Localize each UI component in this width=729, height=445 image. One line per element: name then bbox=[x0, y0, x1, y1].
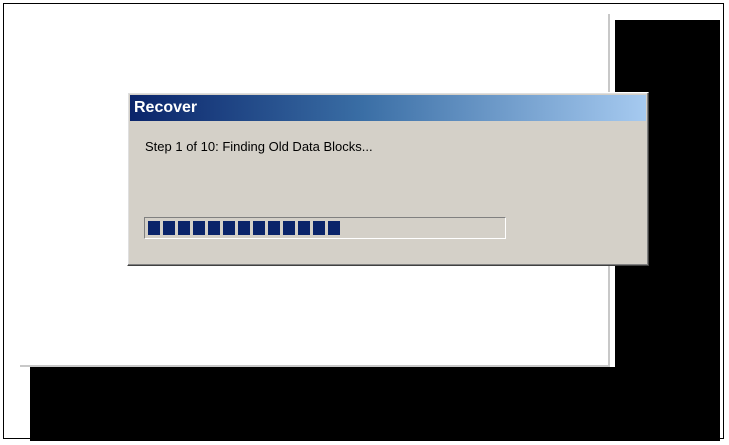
dialog-titlebar[interactable]: Recover bbox=[130, 95, 646, 121]
progress-block bbox=[238, 221, 250, 235]
progress-block bbox=[313, 221, 325, 235]
progress-block bbox=[223, 221, 235, 235]
progress-block bbox=[298, 221, 310, 235]
progress-block bbox=[193, 221, 205, 235]
progress-block bbox=[328, 221, 340, 235]
progress-block bbox=[163, 221, 175, 235]
desktop-black-bottom bbox=[30, 367, 720, 441]
recover-dialog: Recover Step 1 of 10: Finding Old Data B… bbox=[127, 92, 649, 266]
status-message: Step 1 of 10: Finding Old Data Blocks... bbox=[145, 139, 373, 154]
progress-block bbox=[268, 221, 280, 235]
progress-block bbox=[253, 221, 265, 235]
progress-block bbox=[148, 221, 160, 235]
dialog-title: Recover bbox=[134, 99, 198, 116]
progress-block bbox=[208, 221, 220, 235]
progress-bar bbox=[144, 217, 506, 239]
progress-block bbox=[283, 221, 295, 235]
progress-block bbox=[178, 221, 190, 235]
progress-fill bbox=[148, 221, 340, 235]
